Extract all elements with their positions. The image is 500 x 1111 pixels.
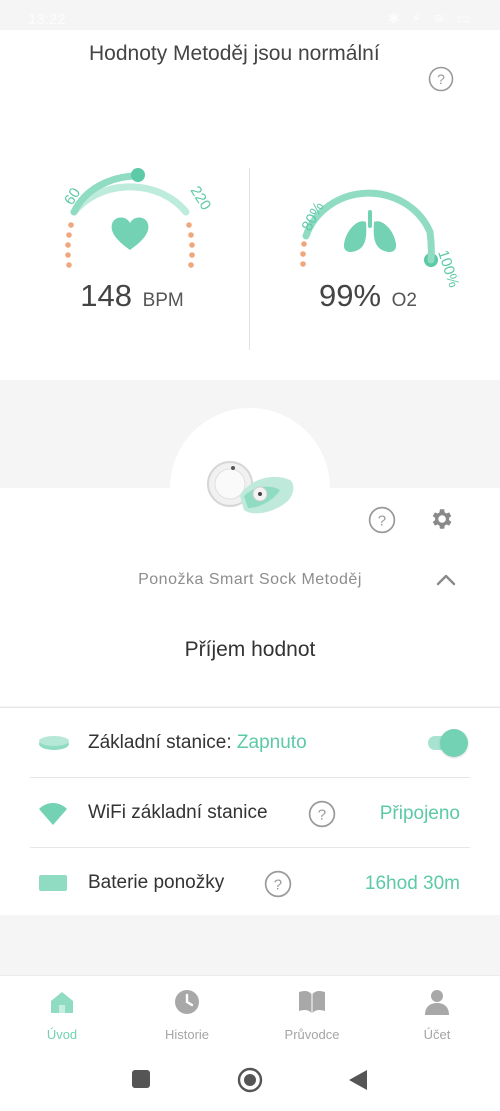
chevron-up-icon[interactable] (434, 568, 458, 597)
person-icon (425, 990, 449, 1015)
heart-rate-marker (131, 168, 145, 182)
device-status: Příjem hodnot (184, 638, 316, 661)
system-nav-bar (0, 1045, 500, 1111)
oxygen-min-label: 80% (299, 199, 328, 233)
nav-home[interactable]: Úvod (12, 988, 112, 1042)
help-icon[interactable]: ? (428, 66, 454, 97)
base-station-state: Zapnuto (236, 732, 307, 753)
nav-account[interactable]: Účet (387, 988, 487, 1042)
nav-guide[interactable]: Průvodce (262, 988, 362, 1042)
wifi-help-icon[interactable]: ? (308, 800, 336, 833)
svg-text:?: ? (318, 806, 326, 823)
svg-text:?: ? (437, 71, 445, 87)
status-icons: ✱ ⚡ ≋ ▭ (387, 10, 474, 26)
nav-history[interactable]: Historie (137, 988, 237, 1042)
heart-rate-reading: 148 BPM (42, 278, 222, 314)
home-button[interactable] (237, 1067, 263, 1098)
status-headline: Hodnoty Metoděj jsou normální (89, 42, 380, 65)
gear-icon[interactable] (428, 506, 454, 537)
nav-guide-label: Průvodce (284, 1027, 340, 1042)
svg-text:?: ? (274, 876, 282, 893)
wifi-row: WiFi základní stanice ? Připojeno (30, 777, 470, 847)
heart-icon (111, 217, 149, 250)
home-icon (51, 992, 73, 1013)
battery-help-icon[interactable]: ? (264, 870, 292, 903)
nav-account-label: Účet (423, 1027, 451, 1042)
device-info-list: Základní stanice: Zapnuto WiFi základní … (0, 707, 500, 915)
vitals-card: Hodnoty Metoděj jsou normální ? 60 220 8… (0, 30, 500, 380)
device-help-icon[interactable]: ? (368, 506, 396, 539)
status-bar: 13:22 ✱ ⚡ ≋ ▭ (0, 0, 500, 30)
base-station-icon (38, 732, 70, 757)
bottom-nav: Úvod Historie Průvodce Účet (0, 975, 500, 1045)
status-time: 13:22 (28, 11, 66, 28)
device-name: Ponožka Smart Sock Metoděj (138, 571, 362, 588)
smart-sock-image (200, 452, 300, 529)
battery-icon (38, 872, 68, 899)
oxygen-value: 99% (318, 278, 382, 313)
back-button[interactable] (348, 1069, 368, 1096)
recents-button[interactable] (131, 1069, 151, 1094)
heart-max-label: 220 (187, 183, 215, 213)
nav-home-label: Úvod (46, 1027, 78, 1042)
base-station-label: Základní stanice: Zapnuto (88, 732, 307, 753)
heart-rate-gauge: 60 220 (40, 160, 220, 280)
nav-history-label: Historie (164, 1027, 210, 1042)
wifi-label: WiFi základní stanice (88, 802, 268, 823)
base-station-row: Základní stanice: Zapnuto (30, 708, 470, 778)
heart-rate-value: 148 (80, 278, 132, 313)
battery-time: 16hod 30m (364, 873, 460, 894)
oxygen-gauge: 80% 100% (280, 160, 462, 290)
heart-rate-unit: BPM (142, 290, 184, 311)
base-station-toggle[interactable] (428, 729, 468, 757)
clock-icon (175, 990, 199, 1014)
lungs-icon (343, 210, 397, 252)
wifi-icon (38, 802, 68, 831)
oxygen-unit: O2 (391, 290, 418, 311)
oxygen-reading: 99% O2 (278, 278, 458, 314)
battery-label: Baterie ponožky (88, 872, 225, 893)
svg-text:?: ? (378, 512, 386, 529)
book-icon (299, 990, 325, 1013)
gauge-divider (249, 168, 250, 350)
wifi-status: Připojeno (379, 803, 460, 824)
battery-row: Baterie ponožky ? 16hod 30m (30, 847, 470, 917)
